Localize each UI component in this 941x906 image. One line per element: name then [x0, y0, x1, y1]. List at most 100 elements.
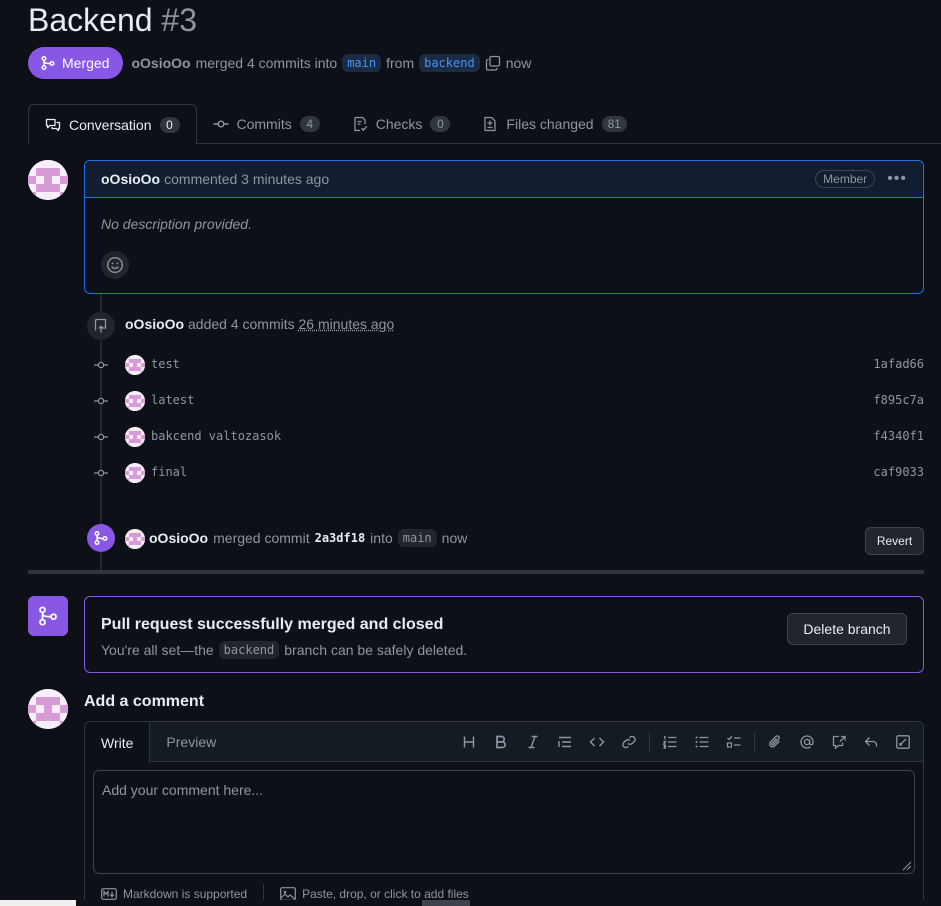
comment-input[interactable]: Add your comment here... [93, 770, 915, 874]
tab-conversation-count: 0 [159, 116, 180, 133]
commit-sha[interactable]: caf9033 [873, 465, 924, 479]
bold-icon[interactable] [485, 726, 517, 758]
merge-event-author[interactable]: oOsioOo [149, 530, 208, 546]
tab-conversation[interactable]: Conversation 0 [28, 104, 197, 145]
pr-merge-action: merged 4 commits into [195, 55, 338, 71]
merged-state-label: Merged [62, 55, 110, 71]
comment-editor: Write Preview Add your comment here... M… [84, 721, 924, 906]
member-badge: Member [815, 170, 876, 188]
comment-author[interactable]: oOsioOo [101, 171, 160, 187]
pr-number: #3 [161, 2, 198, 38]
fullscreen-icon[interactable] [887, 726, 919, 758]
add-reaction-button[interactable] [101, 251, 129, 279]
list-item: final caf9033 [84, 461, 924, 485]
merged-status-text-before: You're all set—the [101, 642, 214, 658]
bottom-edge [0, 900, 941, 906]
commit-message[interactable]: test [151, 357, 180, 371]
file-diff-icon [484, 116, 497, 132]
from-text: from [386, 55, 415, 71]
avatar[interactable] [125, 355, 145, 375]
tab-checks[interactable]: Checks 0 [336, 104, 467, 144]
commits-event-time[interactable]: 26 minutes ago [299, 316, 395, 332]
head-branch-label[interactable]: backend [419, 54, 480, 72]
revert-button[interactable]: Revert [865, 527, 924, 555]
merge-event: oOsioOo merged commit 2a3df18 into main … [84, 524, 924, 555]
attach-files-note[interactable]: Paste, drop, or click to add files [302, 887, 469, 901]
repo-push-badge [87, 312, 115, 340]
code-icon[interactable] [581, 726, 613, 758]
list-item: test 1afad66 [84, 353, 924, 377]
copy-icon[interactable] [485, 55, 501, 71]
tab-files-changed[interactable]: Files changed 81 [466, 104, 643, 144]
list-item: bakcend valtozasok f4340f1 [84, 425, 924, 449]
avatar[interactable] [125, 427, 145, 447]
merge-event-action: merged commit [213, 530, 310, 546]
cross-reference-icon[interactable] [823, 726, 855, 758]
merged-status-title: Pull request successfully merged and clo… [101, 616, 444, 633]
pr-author-link[interactable]: oOsioOo [131, 55, 190, 71]
commit-sha[interactable]: 1afad66 [873, 357, 924, 371]
avatar[interactable] [125, 463, 145, 483]
merged-status-box: Pull request successfully merged and clo… [84, 596, 924, 673]
git-merge-icon [39, 606, 57, 626]
commit-sha[interactable]: f4340f1 [873, 429, 924, 443]
merged-head-branch[interactable]: backend [218, 641, 280, 659]
base-branch-label[interactable]: main [342, 54, 382, 72]
mention-icon[interactable] [791, 726, 823, 758]
timeline-end-divider [28, 570, 924, 574]
merged-status-text-after: branch can be safely deleted. [284, 642, 468, 658]
comment-meta[interactable]: commented 3 minutes ago [164, 171, 329, 187]
tab-commits-count: 4 [299, 116, 320, 132]
avatar[interactable] [125, 529, 145, 549]
tab-commits-label: Commits [236, 116, 292, 132]
git-merge-icon [41, 55, 55, 71]
reply-icon[interactable] [855, 726, 887, 758]
merge-event-into: into [370, 530, 393, 546]
tasklist-icon[interactable] [718, 726, 750, 758]
list-item: latest f895c7a [84, 389, 924, 413]
comment-body: No description provided. [101, 216, 252, 232]
heading-icon[interactable] [453, 726, 485, 758]
merge-event-time[interactable]: now [442, 530, 468, 546]
git-commit-icon [213, 120, 228, 128]
tab-commits[interactable]: Commits 4 [197, 104, 336, 144]
pr-title-text: Backend [28, 2, 153, 38]
delete-branch-button[interactable]: Delete branch [787, 613, 907, 645]
merge-commit-sha[interactable]: 2a3df18 [315, 531, 366, 545]
markdown-note[interactable]: Markdown is supported [123, 887, 247, 901]
unordered-list-icon[interactable] [686, 726, 718, 758]
repo-push-icon [94, 318, 107, 333]
merged-state-badge: Merged [28, 47, 124, 79]
pr-state-description: oOsioOo merged 4 commits into main from … [131, 54, 531, 72]
avatar[interactable] [125, 391, 145, 411]
comment-header: oOsioOo commented 3 minutes ago Member •… [85, 161, 923, 198]
pr-state-line: Merged oOsioOo merged 4 commits into mai… [28, 47, 531, 79]
ordered-list-icon[interactable] [654, 726, 686, 758]
italic-icon[interactable] [517, 726, 549, 758]
bottom-edge-marker [422, 900, 470, 906]
commit-message[interactable]: latest [151, 393, 194, 407]
link-icon[interactable] [613, 726, 645, 758]
commit-message[interactable]: final [151, 465, 187, 479]
avatar[interactable] [28, 689, 68, 729]
commit-sha[interactable]: f895c7a [873, 393, 924, 407]
resize-handle-icon[interactable] [900, 859, 912, 871]
bottom-edge-light [0, 900, 76, 906]
merge-event-text: oOsioOo merged commit 2a3df18 into main … [149, 529, 467, 547]
tab-preview[interactable]: Preview [150, 722, 232, 762]
avatar[interactable] [28, 160, 68, 200]
commits-event-author[interactable]: oOsioOo [125, 316, 184, 332]
tab-checks-count: 0 [430, 116, 451, 132]
kebab-horizontal-icon[interactable]: ••• [887, 170, 907, 188]
smiley-icon [107, 257, 123, 273]
tab-write[interactable]: Write [85, 722, 151, 763]
commit-message[interactable]: bakcend valtozasok [151, 429, 281, 443]
paperclip-icon[interactable] [759, 726, 791, 758]
pr-tabs: Conversation 0 Commits 4 Checks 0 Files … [28, 104, 941, 145]
git-commit-icon [94, 361, 108, 369]
quote-icon[interactable] [549, 726, 581, 758]
toolbar-divider [649, 732, 650, 752]
git-commit-icon [94, 433, 108, 441]
git-commit-icon [94, 469, 108, 477]
merge-target-branch[interactable]: main [397, 529, 437, 547]
